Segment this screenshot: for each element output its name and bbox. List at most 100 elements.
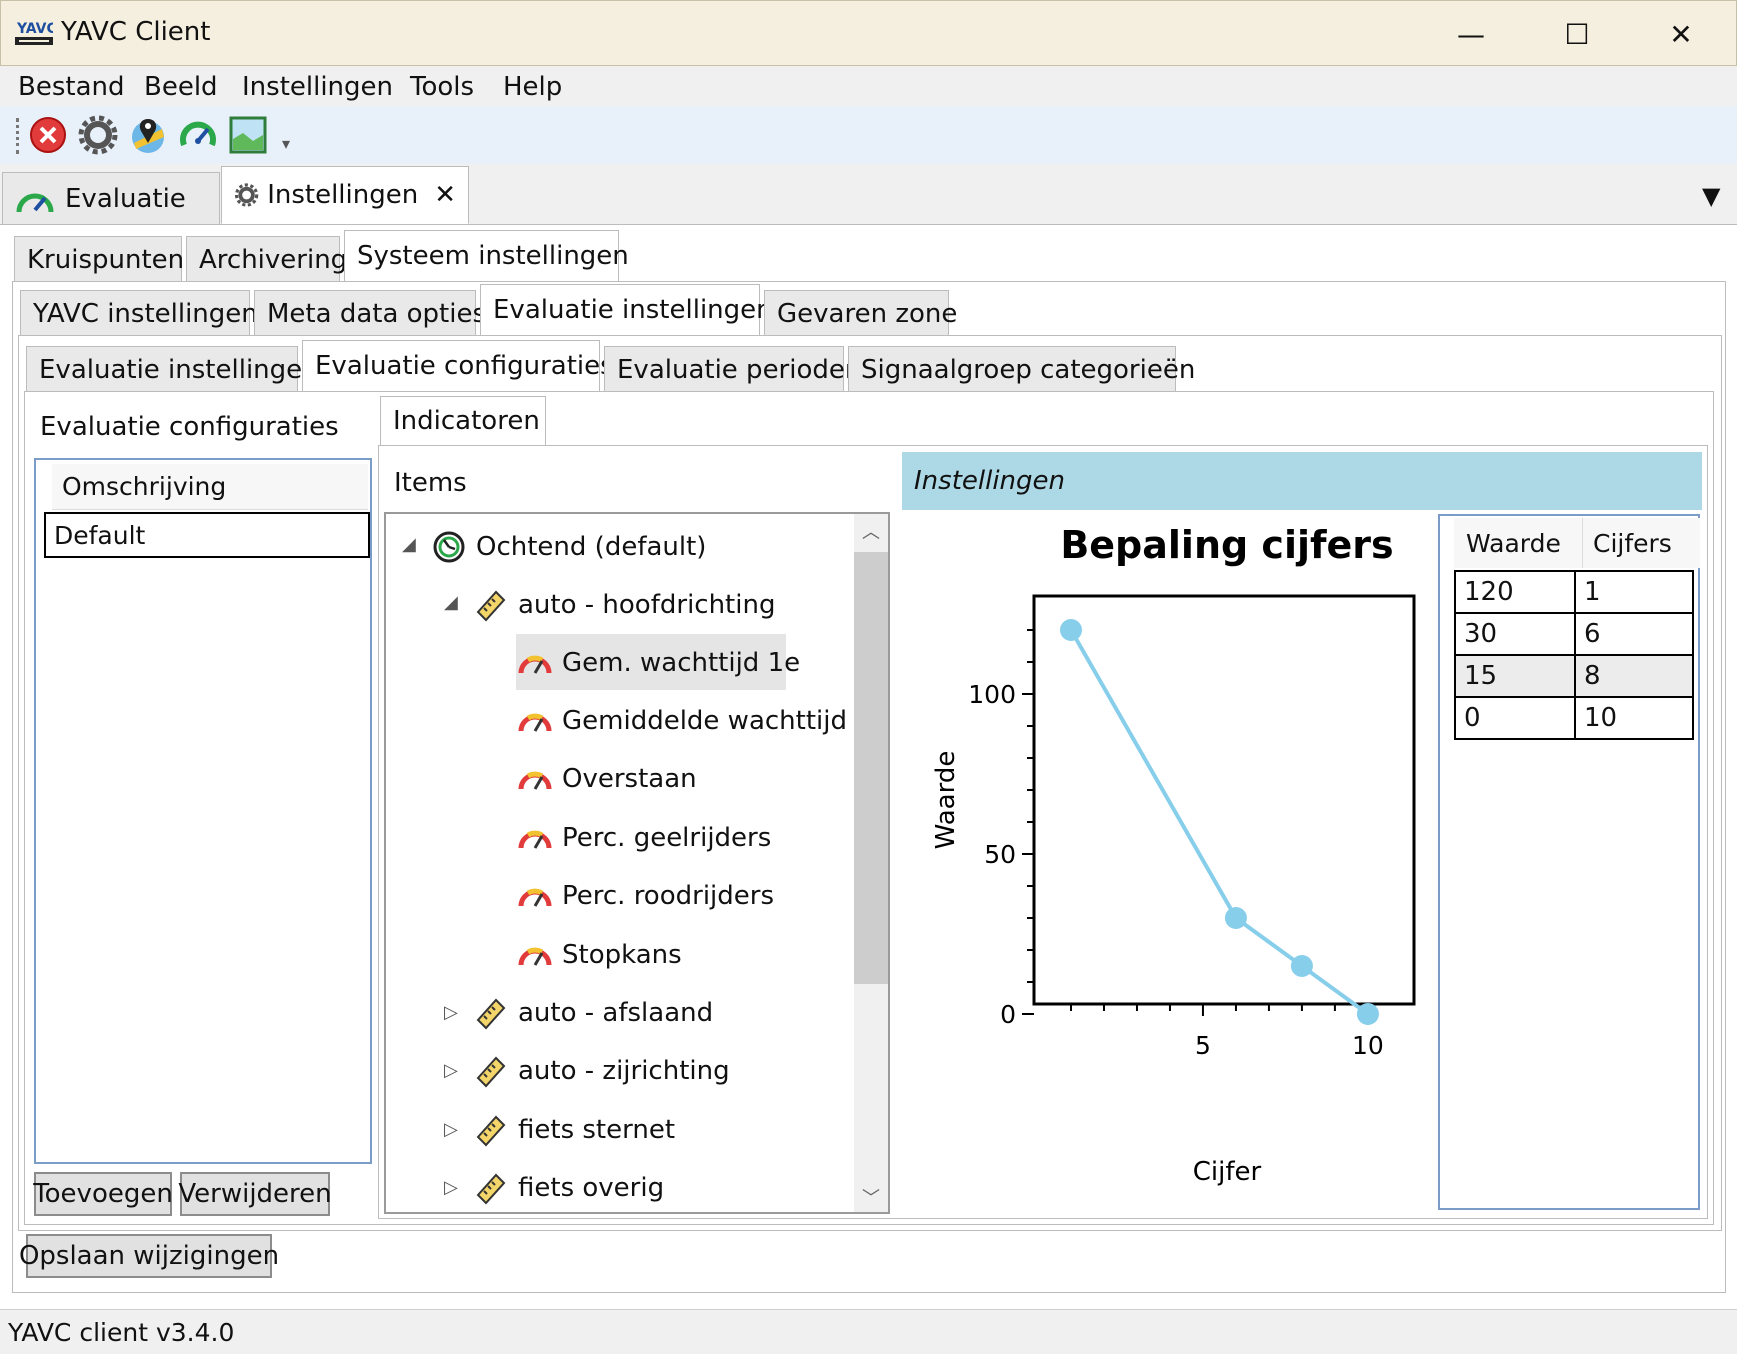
list-item[interactable]: Default <box>44 512 370 558</box>
column-header-waarde[interactable]: Waarde <box>1454 518 1582 568</box>
table-cell[interactable]: 15 <box>1454 654 1576 698</box>
tree-group[interactable]: auto - zijrichting <box>474 1046 730 1096</box>
expand-icon[interactable]: ▷ <box>444 1002 458 1023</box>
tab-kruispunten[interactable]: Kruispunten <box>14 236 185 282</box>
scroll-up-icon[interactable]: ︿ <box>862 518 880 544</box>
table-cell[interactable]: 30 <box>1454 612 1576 656</box>
gear-icon[interactable] <box>78 115 118 155</box>
menu-instellingen[interactable]: Instellingen <box>242 72 393 102</box>
collapse-icon[interactable]: ◢ <box>444 592 458 613</box>
tab-yavc-instellingen-label: YAVC instellingen <box>33 298 258 329</box>
scrollbar-thumb[interactable] <box>854 552 888 984</box>
tab-meta-data-opties-label: Meta data opties <box>267 298 487 329</box>
minimize-button[interactable]: — <box>1439 11 1503 57</box>
menu-help[interactable]: Help <box>503 72 562 102</box>
tree-group[interactable]: auto - afslaand <box>474 988 713 1038</box>
items-heading: Items <box>394 468 467 498</box>
expand-icon[interactable]: ▷ <box>444 1119 458 1140</box>
table-cell[interactable]: 8 <box>1574 654 1694 698</box>
column-header-label: Cijfers <box>1593 528 1672 558</box>
close-red-icon[interactable] <box>28 115 68 155</box>
expand-icon[interactable]: ▷ <box>444 1177 458 1198</box>
tree-item[interactable]: Gem. wachttijd 1e <box>518 638 800 688</box>
tab-signaalgroep-categorieen[interactable]: Signaalgroep categorieën <box>848 346 1195 392</box>
column-header-omschrijving[interactable]: Omschrijving <box>52 464 368 510</box>
table-cell[interactable]: 0 <box>1454 696 1576 740</box>
y-tick-label: 0 <box>1000 1000 1016 1029</box>
waarde-cijfers-table[interactable]: Waarde Cijfers 120 1 30 6 15 8 0 10 <box>1438 514 1700 1210</box>
table-cell[interactable]: 6 <box>1574 612 1694 656</box>
toevoegen-button[interactable]: Toevoegen <box>33 1172 173 1216</box>
tab-overflow-icon[interactable]: ▼ <box>1702 182 1720 210</box>
tab-yavc-instellingen[interactable]: YAVC instellingen <box>20 290 258 336</box>
menu-tools[interactable]: Tools <box>410 72 474 102</box>
gauge-icon <box>518 655 552 674</box>
tab-instellingen[interactable]: Instellingen ✕ <box>221 166 469 224</box>
table-cell[interactable]: 120 <box>1454 570 1576 614</box>
tree-item[interactable]: Perc. geelrijders <box>518 813 771 863</box>
tab-evaluatie[interactable]: Evaluatie <box>2 172 220 224</box>
tab-archivering[interactable]: Archivering <box>186 236 347 282</box>
configuraties-heading: Evaluatie configuraties <box>40 412 339 442</box>
tree-item[interactable]: Gemiddelde wachttijd <box>518 696 847 746</box>
close-button[interactable]: ✕ <box>1649 11 1713 57</box>
configuraties-list[interactable]: Omschrijving Default <box>34 458 372 1164</box>
speedometer-icon[interactable] <box>178 115 218 155</box>
svg-text:YAVC: YAVC <box>16 21 53 37</box>
y-tick-label: 100 <box>968 680 1016 709</box>
tree-group[interactable]: fiets overig <box>474 1163 664 1212</box>
items-tree[interactable]: ︿ ﹀ ◢ Ochtend (default) ◢ auto - hoofdri… <box>384 512 890 1214</box>
tab-gevaren-zone[interactable]: Gevaren zone <box>764 290 957 336</box>
tab-evaluatie-perioden[interactable]: Evaluatie perioden <box>604 346 861 392</box>
plot-area <box>1032 594 1416 1006</box>
opslaan-wijzigingen-button[interactable]: Opslaan wijzigingen <box>19 1234 279 1278</box>
tree-item[interactable]: Perc. roodrijders <box>518 871 774 921</box>
tab-systeem-instellingen[interactable]: Systeem instellingen <box>344 230 629 282</box>
scroll-down-icon[interactable]: ﹀ <box>862 1184 880 1210</box>
tab-evaluatie-instellingen-sub[interactable]: Evaluatie instellingen <box>26 346 319 392</box>
tree-group[interactable]: fiets sternet <box>474 1105 675 1155</box>
title-bar: YAVC YAVC Client — ☐ ✕ <box>0 0 1737 66</box>
tree-group[interactable]: auto - hoofdrichting <box>474 580 775 630</box>
tree-item[interactable]: Overstaan <box>518 754 697 804</box>
verwijderen-button[interactable]: Verwijderen <box>178 1172 332 1216</box>
app-logo-icon: YAVC <box>15 21 53 45</box>
data-point <box>1059 619 1082 641</box>
data-point <box>1290 955 1313 977</box>
tab-evaluatie-configuraties-label: Evaluatie configuraties <box>315 351 614 381</box>
window-title: YAVC Client <box>61 17 211 47</box>
expand-icon[interactable]: ▷ <box>444 1060 458 1081</box>
table-cell[interactable]: 10 <box>1574 696 1694 740</box>
image-icon[interactable] <box>228 115 268 155</box>
collapse-icon[interactable]: ◢ <box>402 534 416 555</box>
menu-beeld[interactable]: Beeld <box>144 72 218 102</box>
close-icon: ✕ <box>1669 17 1693 51</box>
ruler-icon <box>476 590 506 622</box>
map-pin-icon[interactable] <box>128 115 168 155</box>
tree-item[interactable]: Stopkans <box>518 930 682 980</box>
tree-group-label: auto - hoofdrichting <box>518 590 776 620</box>
menu-bestand[interactable]: Bestand <box>18 72 125 102</box>
ruler-icon <box>476 1115 506 1147</box>
x-axis: 5 10 <box>1069 1004 1384 1060</box>
tab-close-icon[interactable]: ✕ <box>434 180 456 210</box>
tree-root[interactable]: Ochtend (default) <box>432 522 706 572</box>
menu-bar: Bestand Beeld Instellingen Tools Help <box>0 66 1737 106</box>
tab-evaluatie-configuraties[interactable]: Evaluatie configuraties <box>302 340 614 392</box>
toolbar-overflow-icon[interactable]: ▾ <box>282 134 290 153</box>
tab-meta-data-opties[interactable]: Meta data opties <box>254 290 486 336</box>
gauge-icon <box>518 713 552 732</box>
maximize-button[interactable]: ☐ <box>1545 11 1609 57</box>
y-axis-label: Waarde <box>931 751 961 850</box>
tab-evaluatie-instellingen[interactable]: Evaluatie instellingen <box>480 284 773 336</box>
chart-title: Bepaling cijfers <box>1060 523 1393 567</box>
tab-kruispunten-label: Kruispunten <box>27 244 185 275</box>
instellingen-header-label: Instellingen <box>914 466 1066 496</box>
tab-indicatoren[interactable]: Indicatoren <box>380 396 546 446</box>
column-header-cijfers[interactable]: Cijfers <box>1582 518 1700 568</box>
x-tick-label: 5 <box>1195 1031 1211 1060</box>
toolbar-grip[interactable] <box>16 118 20 154</box>
table-cell[interactable]: 1 <box>1574 570 1694 614</box>
gauge-icon <box>518 888 552 907</box>
tree-scrollbar[interactable]: ︿ ﹀ <box>854 514 888 1212</box>
